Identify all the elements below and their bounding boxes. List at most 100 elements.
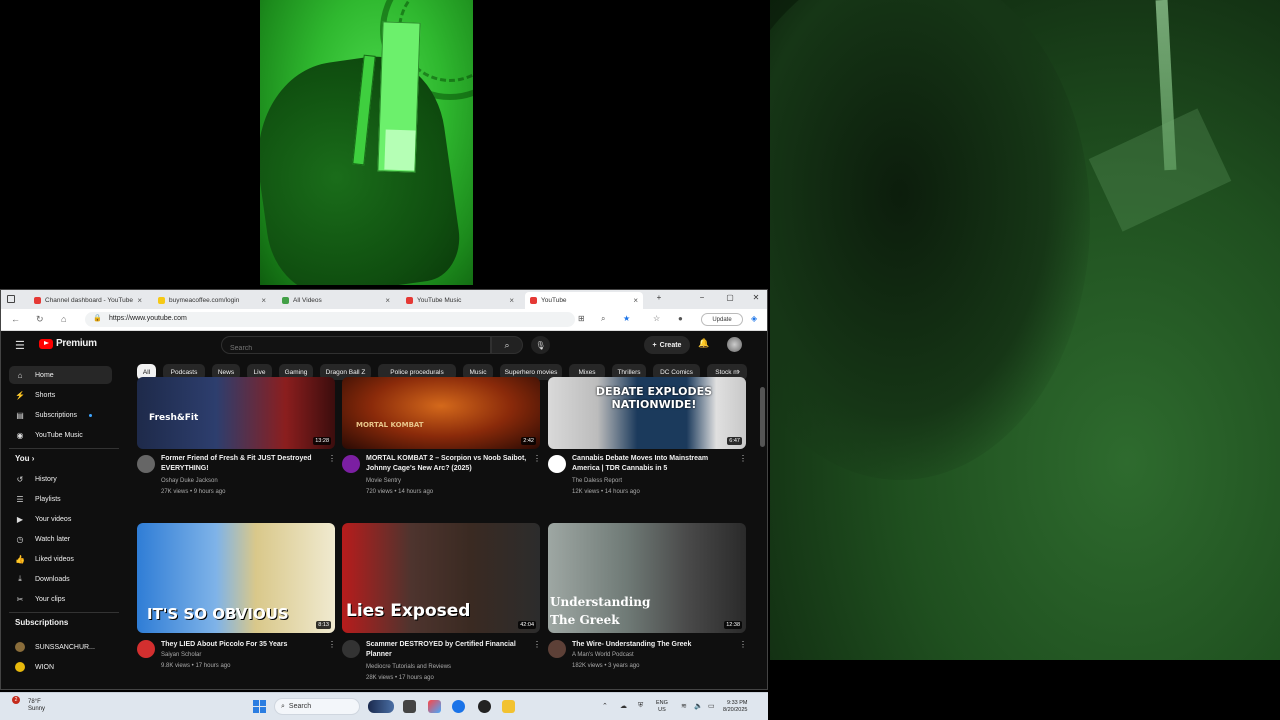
tab-all-videos[interactable]: All Videos ×: [277, 292, 395, 309]
copilot-icon[interactable]: ◈: [751, 314, 757, 323]
video-channel[interactable]: The Daless Report: [572, 478, 622, 484]
tab-youtube[interactable]: YouTube ×: [525, 292, 643, 309]
back-icon[interactable]: ←: [11, 314, 20, 324]
zoom-icon[interactable]: ⌕: [601, 314, 605, 324]
channel-avatar[interactable]: [342, 640, 360, 658]
video-thumbnail[interactable]: Understanding The Greek 12:38: [548, 523, 746, 633]
close-tab-icon[interactable]: ×: [261, 296, 266, 305]
tray-app-icon[interactable]: ☁: [620, 702, 627, 710]
sidebar-subscription-channel[interactable]: WION: [9, 658, 112, 676]
video-channel[interactable]: Oshay Duke Jackson: [161, 478, 218, 484]
file-explorer-icon[interactable]: [502, 700, 515, 713]
channel-avatar[interactable]: [342, 455, 360, 473]
video-channel[interactable]: A Man's World Podcast: [572, 652, 634, 658]
video-title[interactable]: Scammer DESTROYED by Certified Financial…: [366, 640, 531, 660]
video-title[interactable]: They LIED About Piccolo For 35 Years: [161, 640, 326, 650]
widgets-app-icon[interactable]: [368, 700, 394, 713]
refresh-icon[interactable]: ↻: [36, 314, 44, 325]
video-thumbnail[interactable]: Fresh&Fit 13:28: [137, 377, 335, 449]
collections-icon[interactable]: ☆: [653, 314, 660, 323]
copilot-app-icon[interactable]: [428, 700, 441, 713]
channel-avatar[interactable]: [548, 640, 566, 658]
lock-icon[interactable]: 🔒: [93, 314, 102, 322]
language-indicator[interactable]: ENG US: [656, 700, 668, 714]
volume-icon[interactable]: 🔈: [694, 702, 703, 710]
tray-overflow-icon[interactable]: ⌃: [602, 702, 608, 710]
wifi-icon[interactable]: ≋: [681, 702, 687, 710]
sidebar-item-subscriptions[interactable]: ▤ Subscriptions: [9, 406, 112, 424]
channel-avatar[interactable]: [548, 455, 566, 473]
video-thumbnail[interactable]: IT'S SO OBVIOUS 8:13: [137, 523, 335, 633]
video-channel[interactable]: Saiyan Scholar: [161, 652, 201, 658]
favorite-star-icon[interactable]: ★: [623, 314, 630, 323]
more-options-icon[interactable]: ⋮: [533, 640, 541, 649]
chips-next-arrow-icon[interactable]: ›: [737, 366, 740, 376]
sidebar-item-home[interactable]: ⌂ Home: [9, 366, 112, 384]
more-options-icon[interactable]: ⋮: [739, 640, 747, 649]
thumbnail-text: Understanding The Greek: [550, 595, 651, 627]
maximize-button[interactable]: ▢: [721, 293, 739, 302]
channel-avatar[interactable]: [137, 455, 155, 473]
video-title[interactable]: The Wire- Understanding The Greek: [572, 640, 737, 650]
tab-buymeacoffee[interactable]: buymeacoffee.com/login ×: [153, 292, 271, 309]
video-thumbnail[interactable]: MORTAL KOMBAT 2:42: [342, 377, 540, 449]
sidebar-item-shorts[interactable]: ⚡ Shorts: [9, 386, 112, 404]
sidebar-item-playlists[interactable]: ☰ Playlists: [9, 490, 112, 508]
video-title[interactable]: Former Friend of Fresh & Fit JUST Destro…: [161, 454, 326, 474]
new-tab-button[interactable]: +: [650, 293, 668, 302]
minimize-button[interactable]: −: [693, 293, 711, 302]
sidebar-subscription-channel[interactable]: SUNSSANCHUR...: [9, 638, 112, 656]
tab-channel-dashboard[interactable]: Channel dashboard - YouTube ×: [29, 292, 147, 309]
more-options-icon[interactable]: ⋮: [533, 454, 541, 463]
battery-icon[interactable]: ▭: [708, 702, 715, 710]
video-title[interactable]: MORTAL KOMBAT 2 – Scorpion vs Noob Saibo…: [366, 454, 531, 474]
voice-search-button[interactable]: 🎙: [531, 336, 550, 354]
more-options-icon[interactable]: ⋮: [328, 454, 336, 463]
profile-icon[interactable]: ●: [678, 314, 683, 323]
tab-actions-icon[interactable]: [7, 295, 15, 303]
edge-browser-icon[interactable]: [452, 700, 465, 713]
weather-widget[interactable]: 2 78°F Sunny: [12, 696, 45, 713]
sidebar-item-your-videos[interactable]: ▶ Your videos: [9, 510, 112, 528]
more-options-icon[interactable]: ⋮: [328, 640, 336, 649]
more-options-icon[interactable]: ⋮: [739, 454, 747, 463]
sidebar-item-watch-later[interactable]: ◷ Watch later: [9, 530, 112, 548]
sidebar-heading-you[interactable]: You ›: [15, 454, 34, 463]
system-clock[interactable]: 9:33 PM 8/20/2025: [723, 700, 747, 714]
sidebar-item-youtube-music[interactable]: ◉ YouTube Music: [9, 426, 112, 444]
search-button[interactable]: ⌕: [491, 336, 523, 354]
notifications-bell-icon[interactable]: 🔔: [698, 338, 709, 349]
sidebar-item-your-clips[interactable]: ✂ Your clips: [9, 590, 112, 608]
video-title[interactable]: Cannabis Debate Moves Into Mainstream Am…: [572, 454, 737, 474]
task-view-icon[interactable]: [403, 700, 416, 713]
hamburger-menu-icon[interactable]: ☰: [15, 339, 25, 352]
page-scrollbar[interactable]: [760, 387, 765, 447]
video-channel[interactable]: Mediocre Tutorials and Reviews: [366, 664, 451, 670]
apps-icon[interactable]: ⊞: [578, 314, 585, 323]
close-tab-icon[interactable]: ×: [633, 296, 638, 305]
url-field[interactable]: https://www.youtube.com: [109, 315, 187, 322]
video-thumbnail[interactable]: Lies Exposed 42:04: [342, 523, 540, 633]
taskbar-search[interactable]: ⌕ Search: [274, 698, 360, 715]
search-input[interactable]: [222, 340, 490, 357]
tray-shield-icon[interactable]: ⛨: [638, 702, 643, 710]
obs-app-icon[interactable]: [478, 700, 491, 713]
close-tab-icon[interactable]: ×: [385, 296, 390, 305]
update-button[interactable]: Update: [701, 313, 743, 326]
youtube-logo[interactable]: Premium: [39, 338, 97, 349]
sidebar-item-liked-videos[interactable]: 👍 Liked videos: [9, 550, 112, 568]
home-nav-icon[interactable]: ⌂: [61, 314, 66, 324]
search-icon: ⌕: [504, 339, 510, 350]
tab-youtube-music[interactable]: YouTube Music ×: [401, 292, 519, 309]
video-channel[interactable]: Movie Sentry: [366, 478, 401, 484]
close-tab-icon[interactable]: ×: [509, 296, 514, 305]
start-button[interactable]: [253, 700, 266, 713]
channel-avatar[interactable]: [137, 640, 155, 658]
create-button[interactable]: + Create: [644, 336, 690, 354]
close-window-button[interactable]: ✕: [747, 293, 765, 302]
account-avatar[interactable]: [727, 337, 742, 352]
sidebar-item-history[interactable]: ↺ History: [9, 470, 112, 488]
close-tab-icon[interactable]: ×: [137, 296, 142, 305]
video-thumbnail[interactable]: DEBATE EXPLODES NATIONWIDE! 6:47: [548, 377, 746, 449]
sidebar-item-downloads[interactable]: ⤓ Downloads: [9, 570, 112, 588]
